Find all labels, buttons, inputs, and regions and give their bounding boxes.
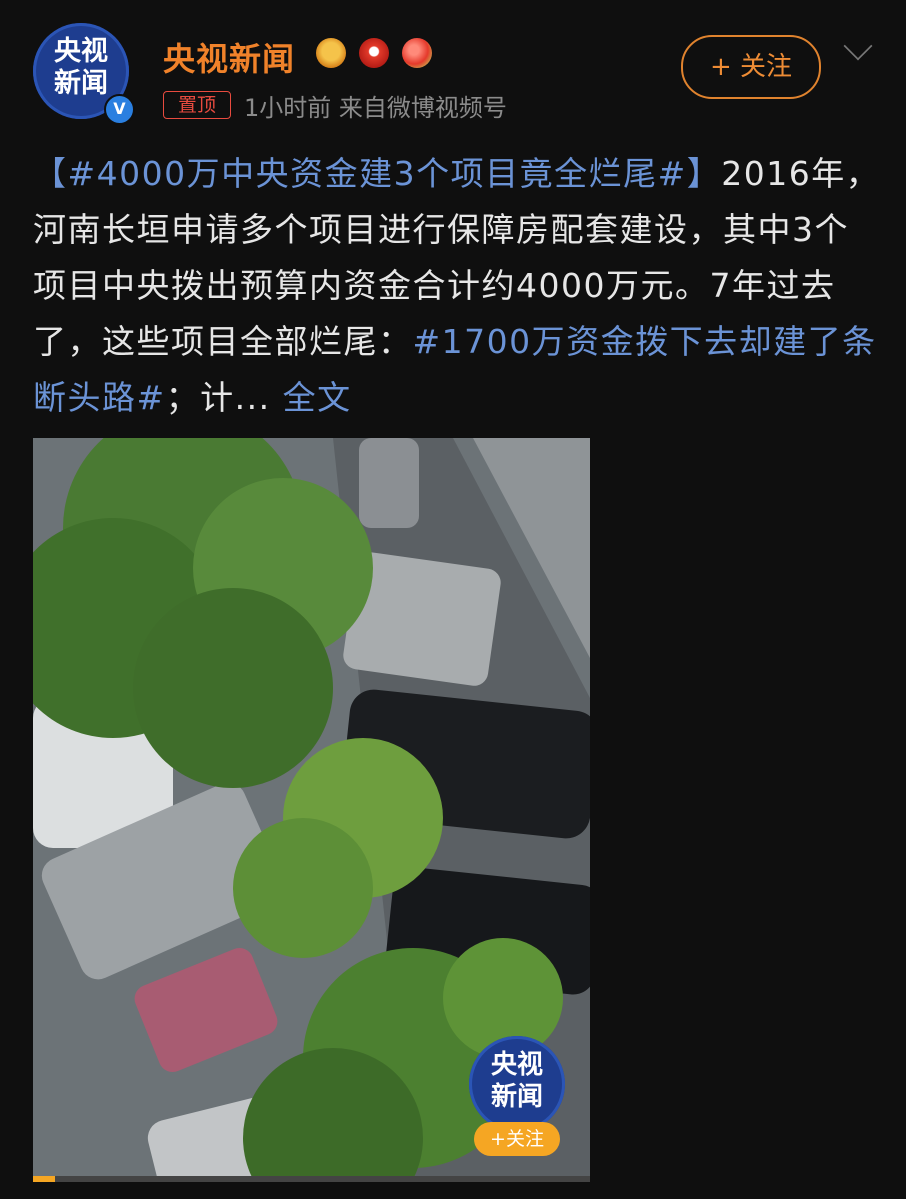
avatar-text-line1: 央视 xyxy=(54,36,108,67)
post-meta: 1小时前 来自微博视频号 xyxy=(244,94,507,122)
weibo-eye-icon xyxy=(359,38,390,68)
video-progress-fill xyxy=(33,1176,56,1182)
pinned-badge: 置顶 xyxy=(163,91,231,119)
video-progress-bar[interactable] xyxy=(33,1176,590,1182)
post-trail: ；计... xyxy=(165,378,271,417)
watermark-logo: 央视 新闻 xyxy=(469,1036,565,1132)
video-player[interactable]: 央视 新闻 +关注 xyxy=(33,438,590,1182)
expand-full-text-link[interactable]: 全文 xyxy=(283,378,352,417)
hashtag-title[interactable]: 【#4000万中央资金建3个项目竟全烂尾#】 xyxy=(33,154,721,193)
watermark-line1: 央视 xyxy=(490,1050,543,1080)
account-name[interactable]: 央视新闻 xyxy=(163,34,295,80)
badge-group xyxy=(316,38,440,72)
post-header: 央视 新闻 V 央视新闻 置顶 1小时前 来自微博视频号 + 关注 xyxy=(0,0,906,135)
medal-icon xyxy=(316,38,346,68)
post-text: 【#4000万中央资金建3个项目竟全烂尾#】2016年，河南长垣申请多个项目进行… xyxy=(33,146,883,426)
verified-icon: V xyxy=(104,94,135,125)
watermark-line2: 新闻 xyxy=(490,1082,543,1112)
video-follow-button[interactable]: +关注 xyxy=(474,1122,560,1156)
mascot-icon xyxy=(402,38,433,68)
chevron-down-icon[interactable] xyxy=(843,31,873,61)
car-top-right xyxy=(359,438,419,528)
follow-button[interactable]: + 关注 xyxy=(681,35,821,99)
